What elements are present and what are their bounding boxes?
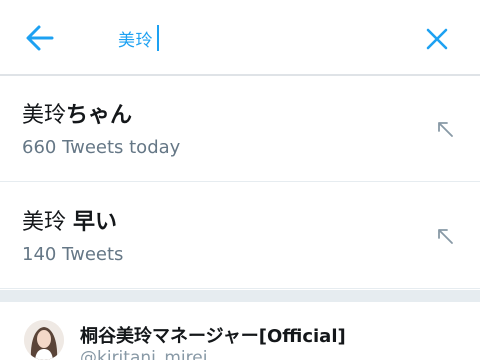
arrow-up-left-icon xyxy=(438,122,453,137)
avatar xyxy=(24,320,64,360)
suggestion-prefix: 美玲 xyxy=(22,210,73,235)
search-header: 美玲 xyxy=(0,0,480,76)
text-caret xyxy=(157,25,159,51)
fill-query-button[interactable] xyxy=(434,118,456,140)
search-suggestion[interactable]: 美玲 早い 140 Tweets xyxy=(0,183,480,289)
suggestion-prefix: 美玲 xyxy=(22,103,67,128)
arrow-up-left-icon xyxy=(438,229,453,244)
section-divider xyxy=(0,290,480,302)
clear-search-button[interactable] xyxy=(420,22,454,56)
suggestion-tweet-count: 660 Tweets today xyxy=(22,137,181,158)
suggestion-title: 美玲 早い xyxy=(22,209,117,237)
suggestion-title: 美玲ちゃん xyxy=(22,102,132,130)
back-arrow-icon xyxy=(26,25,54,51)
fill-query-button[interactable] xyxy=(434,225,456,247)
account-name: 桐谷美玲マネージャー[Official] xyxy=(80,326,346,347)
close-icon xyxy=(426,28,448,50)
suggestion-highlight: 早い xyxy=(73,210,118,235)
search-input[interactable]: 美玲 xyxy=(118,22,408,54)
profile-photo-icon xyxy=(24,320,64,360)
search-query-text: 美玲 xyxy=(118,30,153,51)
account-handle: @kiritani_mirei xyxy=(80,348,208,360)
suggestion-highlight: ちゃん xyxy=(66,103,133,128)
back-button[interactable] xyxy=(24,22,56,54)
search-suggestion[interactable]: 美玲ちゃん 660 Tweets today xyxy=(0,76,480,182)
account-result[interactable]: 桐谷美玲マネージャー[Official] @kiritani_mirei xyxy=(0,302,480,360)
suggestion-tweet-count: 140 Tweets xyxy=(22,244,124,265)
